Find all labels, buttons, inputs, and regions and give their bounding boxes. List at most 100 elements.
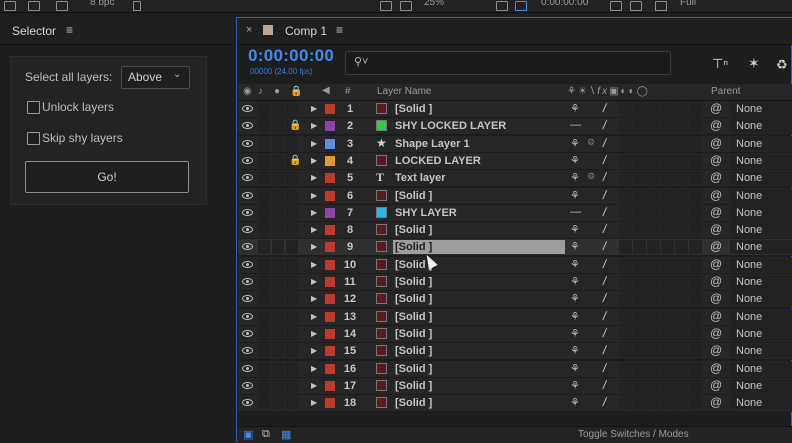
parent-dropdown[interactable]: None xyxy=(730,275,792,289)
switch-cell[interactable] xyxy=(689,205,702,220)
quality-slash-icon[interactable]: / xyxy=(602,343,608,357)
switch-cell[interactable] xyxy=(661,188,674,203)
label-color-swatch[interactable] xyxy=(325,328,335,339)
collapse-icon[interactable]: ⚘ xyxy=(570,223,580,236)
switch-cell[interactable] xyxy=(619,240,632,255)
switch-cell[interactable] xyxy=(675,275,688,289)
switch-cell[interactable] xyxy=(633,292,646,307)
switch-cell[interactable] xyxy=(689,240,702,255)
quality-icon[interactable]: ⚙ xyxy=(587,137,595,148)
solo-toggle[interactable] xyxy=(272,240,284,255)
switch-cell[interactable] xyxy=(675,361,688,376)
switch-cell[interactable] xyxy=(647,275,660,289)
eye-icon[interactable] xyxy=(242,191,253,199)
quality-slash-icon[interactable]: / xyxy=(602,170,608,184)
expand-arrow-icon[interactable]: ▶ xyxy=(311,121,317,130)
eye-icon[interactable] xyxy=(242,381,253,389)
expand-arrow-icon[interactable]: ▶ xyxy=(311,312,317,321)
pickwhip-icon[interactable]: @ xyxy=(710,136,722,150)
switch-cell[interactable] xyxy=(661,153,674,168)
switch-cell[interactable] xyxy=(675,102,688,116)
pickwhip-icon[interactable]: @ xyxy=(710,378,722,392)
switch-cell[interactable] xyxy=(689,136,702,151)
layer-row[interactable]: ▶ 18 [Solid ] ⚘ / @ None xyxy=(238,395,792,413)
switch-cell[interactable] xyxy=(633,119,646,134)
label-color-swatch[interactable] xyxy=(325,155,335,166)
switch-cell[interactable] xyxy=(689,257,702,272)
solo-toggle[interactable] xyxy=(272,396,284,411)
layer-row[interactable]: 🔒 ▶ 4 LOCKED LAYER ⚘ / @ None xyxy=(238,152,792,170)
expand-arrow-icon[interactable]: ▶ xyxy=(311,104,317,113)
switch-cell[interactable] xyxy=(661,102,674,116)
lock-icon[interactable]: 🔒 xyxy=(289,155,301,166)
lock-toggle[interactable] xyxy=(286,275,298,289)
switch-cell[interactable] xyxy=(633,205,646,220)
collapse-icon[interactable]: ⚘ xyxy=(570,171,580,184)
eye-icon[interactable] xyxy=(242,260,253,268)
label-color-swatch[interactable] xyxy=(325,380,335,391)
collapse-icon[interactable]: ⚘ xyxy=(570,362,580,375)
layer-row[interactable]: ▶ 13 [Solid ] ⚘ / @ None xyxy=(238,308,792,326)
switch-cell[interactable] xyxy=(633,396,646,411)
layer-row[interactable]: ▶ 9 [Solid ] ⚘ / @ None xyxy=(238,239,792,257)
switch-cell[interactable] xyxy=(661,257,674,272)
parent-dropdown[interactable]: None xyxy=(730,378,792,393)
pickwhip-icon[interactable]: @ xyxy=(710,101,722,115)
parent-dropdown[interactable]: None xyxy=(730,205,792,220)
switch-cell[interactable] xyxy=(675,378,688,393)
pickwhip-icon[interactable]: @ xyxy=(710,343,722,357)
switch-cell[interactable] xyxy=(689,275,702,289)
solo-toggle[interactable] xyxy=(272,119,284,134)
layer-row[interactable]: ▶ 3 ★ Shape Layer 1 ⚘ ⚙ / @ None xyxy=(238,135,792,153)
expand-arrow-icon[interactable]: ▶ xyxy=(311,398,317,407)
lock-toggle[interactable] xyxy=(286,344,298,359)
lock-toggle[interactable] xyxy=(286,102,298,116)
unlock-layers-checkbox[interactable] xyxy=(27,101,40,114)
select-all-dropdown-value[interactable]: Above xyxy=(128,70,162,84)
quality-slash-icon[interactable]: / xyxy=(602,153,608,167)
switch-cell[interactable] xyxy=(689,326,702,341)
switch-cell[interactable] xyxy=(689,102,702,116)
label-color-swatch[interactable] xyxy=(325,104,335,114)
switch-cell[interactable] xyxy=(661,378,674,393)
switch-cell[interactable] xyxy=(619,361,632,376)
solo-toggle[interactable] xyxy=(272,171,284,186)
zoom-level[interactable]: 25% xyxy=(424,0,444,8)
parent-dropdown[interactable]: None xyxy=(730,119,792,134)
quality-slash-icon[interactable]: / xyxy=(602,101,608,115)
switch-cell[interactable] xyxy=(633,102,646,116)
eye-icon[interactable] xyxy=(242,295,253,303)
switch-cell[interactable] xyxy=(647,361,660,376)
toggle-switches-modes[interactable]: Toggle Switches / Modes xyxy=(578,429,689,440)
camera-icon[interactable] xyxy=(610,1,622,11)
solo-toggle[interactable] xyxy=(272,257,284,272)
switch-cell[interactable] xyxy=(619,171,632,186)
switch-cell[interactable] xyxy=(647,153,660,168)
solo-toggle[interactable] xyxy=(272,292,284,307)
region-icon[interactable] xyxy=(515,1,527,11)
pickwhip-icon[interactable]: @ xyxy=(710,274,722,288)
collapse-icon[interactable]: ⚘ xyxy=(570,189,580,202)
expand-arrow-icon[interactable]: ▶ xyxy=(311,381,317,390)
layer-row[interactable]: ▶ 7 SHY LAYER — / @ None xyxy=(238,204,792,222)
switch-cell[interactable] xyxy=(661,119,674,134)
switch-cell[interactable] xyxy=(619,378,632,393)
label-color-swatch[interactable] xyxy=(325,138,335,149)
audio-toggle[interactable] xyxy=(258,205,270,220)
quality-slash-icon[interactable]: / xyxy=(602,222,608,236)
parent-dropdown[interactable]: None xyxy=(730,344,792,359)
collapse-icon[interactable]: ⚘ xyxy=(570,344,580,357)
layer-row[interactable]: ▶ 16 [Solid ] ⚘ / @ None xyxy=(238,360,792,378)
lock-toggle[interactable] xyxy=(286,223,298,238)
shy-toggle-icon[interactable]: ♻ xyxy=(776,57,788,73)
lock-toggle[interactable] xyxy=(286,309,298,324)
pickwhip-icon[interactable]: @ xyxy=(710,118,722,132)
eye-icon[interactable] xyxy=(242,278,253,285)
switch-cell[interactable] xyxy=(633,257,646,272)
switch-cell[interactable] xyxy=(675,292,688,307)
switch-cell[interactable] xyxy=(689,223,702,238)
lock-toggle[interactable] xyxy=(286,257,298,272)
layer-row[interactable]: 🔒 ▶ 2 SHY LOCKED LAYER — / @ None xyxy=(238,118,792,136)
collapse-icon[interactable]: ⚘ xyxy=(570,137,580,150)
parent-dropdown[interactable]: None xyxy=(730,309,792,324)
